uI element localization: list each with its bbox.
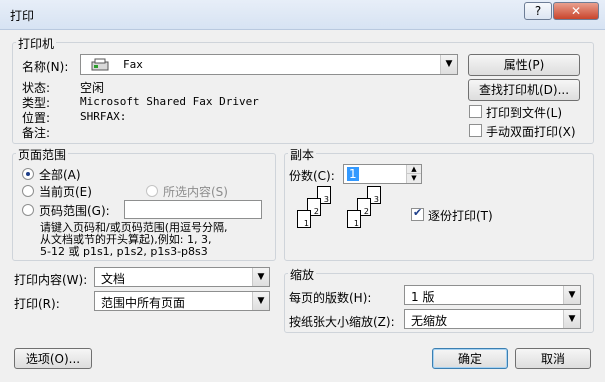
title-bar: 打印 ? ✕ (0, 0, 605, 30)
selection-radio[interactable] (146, 185, 158, 197)
page-range-label: 页码范围(G): (39, 204, 110, 218)
spin-down-icon[interactable]: ▼ (406, 174, 421, 183)
all-pages-label: 全部(A) (39, 168, 81, 182)
cancel-button[interactable]: 取消 (515, 348, 591, 369)
printer-group-label: 打印机 (16, 35, 57, 52)
selection-label: 所选内容(S) (163, 185, 228, 199)
fax-printer-icon (91, 58, 109, 71)
pages-per-sheet-select[interactable]: 1 版 ▼ (404, 285, 581, 305)
ok-button[interactable]: 确定 (432, 348, 508, 369)
copies-count-spinner[interactable]: 1 ▲ ▼ (343, 164, 422, 184)
current-page-radio[interactable] (22, 185, 34, 197)
copies-group-label: 副本 (288, 146, 317, 163)
print-select[interactable]: 范围中所有页面 ▼ (94, 291, 270, 311)
collate-checkbox[interactable]: ✔ (411, 206, 424, 221)
printer-name-select[interactable]: Fax ▼ (80, 54, 458, 75)
chevron-down-icon[interactable]: ▼ (563, 286, 580, 304)
scale-label: 按纸张大小缩放(Z): (289, 315, 395, 329)
print-what-label: 打印内容(W): (14, 273, 88, 287)
page-range-group-label: 页面范围 (16, 146, 69, 163)
print-label: 打印(R): (14, 297, 60, 311)
manual-duplex-checkbox[interactable] (469, 124, 482, 137)
type-value: Microsoft Shared Fax Driver (80, 95, 259, 108)
chevron-down-icon[interactable]: ▼ (440, 55, 457, 74)
page-range-hint: 请键入页码和/或页码范围(用逗号分隔, 从文档或节的开头算起),例如: 1, 3… (40, 222, 228, 258)
chevron-down-icon[interactable]: ▼ (252, 268, 269, 286)
pages-per-sheet-label: 每页的版数(H): (289, 291, 372, 305)
copies-count-label: 份数(C): (289, 169, 335, 183)
print-what-select[interactable]: 文档 ▼ (94, 267, 270, 287)
location-value: SHRFAX: (80, 110, 127, 123)
status-value: 空闲 (80, 81, 105, 95)
checkmark-icon: ✔ (413, 206, 423, 219)
collate-label: 逐份打印(T) (428, 209, 493, 223)
collated-pages-illustration: 3 2 1 (340, 186, 390, 238)
page-range-input[interactable] (124, 200, 262, 219)
printer-name-label: 名称(N): (22, 60, 69, 74)
properties-button[interactable]: 属性(P) (468, 54, 580, 76)
chevron-down-icon[interactable]: ▼ (563, 310, 580, 328)
window-title: 打印 (10, 9, 35, 23)
current-page-label: 当前页(E) (39, 185, 92, 199)
print-to-file-checkbox[interactable] (469, 105, 482, 118)
manual-duplex-label: 手动双面打印(X) (486, 125, 576, 139)
copies-count-value: 1 (347, 167, 359, 181)
options-button[interactable]: 选项(O)... (14, 348, 92, 369)
printer-name-value: Fax (123, 58, 143, 71)
comment-label: 备注: (22, 126, 51, 140)
page-range-radio[interactable] (22, 204, 34, 216)
uncollated-pages-illustration: 3 2 1 (290, 186, 340, 238)
all-pages-radio[interactable] (22, 168, 34, 180)
chevron-down-icon[interactable]: ▼ (252, 292, 269, 310)
scale-select[interactable]: 无缩放 ▼ (404, 309, 581, 329)
zoom-group-label: 缩放 (288, 266, 317, 283)
hint-line-3: 5-12 或 p1s1, p1s2, p1s3-p8s3 (40, 245, 208, 258)
find-printer-button[interactable]: 查找打印机(D)... (468, 79, 580, 101)
help-button[interactable]: ? (524, 2, 552, 20)
print-to-file-label: 打印到文件(L) (486, 106, 563, 120)
spin-up-icon[interactable]: ▲ (406, 165, 421, 174)
close-button[interactable]: ✕ (553, 2, 599, 20)
